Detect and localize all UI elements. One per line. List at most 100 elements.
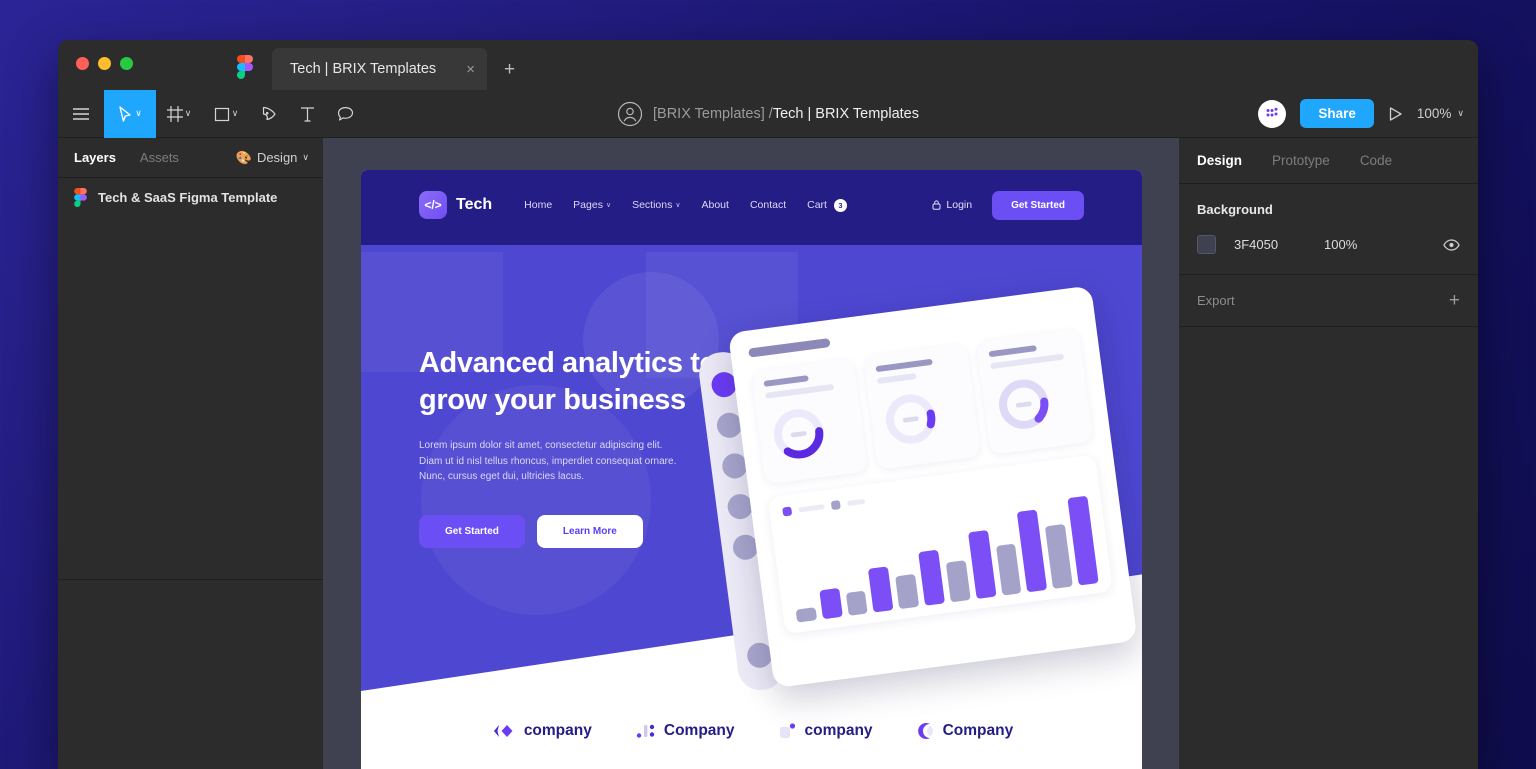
export-label: Export [1197,293,1235,308]
lock-icon [932,200,941,210]
background-color-swatch[interactable] [1197,235,1216,254]
hero-paragraph-line-1: Lorem ipsum dolor sit amet, consectetur … [419,440,663,452]
right-sidebar-tabs: Design Prototype Code [1179,138,1478,184]
close-window-button[interactable] [76,57,89,70]
hero-heading-line-1: Advanced analytics to [419,347,717,379]
login-link[interactable]: Login [932,199,972,211]
legend-swatch-purple [782,506,793,517]
collaborator-avatar[interactable] [1258,99,1287,128]
background-section-title: Background [1197,202,1273,217]
nav-get-started-button[interactable]: Get Started [992,190,1084,220]
minimize-window-button[interactable] [98,57,111,70]
client-logo-text: company [523,722,592,739]
visibility-eye-icon[interactable] [1443,238,1460,251]
card-label-placeholder [763,375,809,387]
background-color-row: 3F4050 100% [1197,235,1460,254]
comment-tool-icon[interactable] [326,90,364,138]
zoom-level-label: 100% [1416,106,1452,121]
client-logo-text: Company [942,722,1014,739]
maximize-window-button[interactable] [120,57,133,70]
nav-links: Home Pages ∨ Sections ∨ About Contact Ca… [524,198,847,212]
background-section: Background 3F4050 100% [1179,184,1478,275]
metric-card [975,328,1094,455]
workspace: Layers Assets 🎨 Design ∨ Tech & SaaS Fig… [58,138,1478,769]
bar [918,549,945,606]
hero-section: </> Tech Home Pages ∨ Sections ∨ About C… [361,170,1142,769]
figma-logo-icon [237,55,253,79]
frame-icon [166,105,183,122]
tab-assets[interactable]: Assets [140,150,179,165]
menu-icon[interactable] [58,90,104,138]
nav-link-label: Home [524,199,553,211]
donut-center-placeholder [903,416,920,423]
nav-link-sections[interactable]: Sections ∨ [632,199,680,211]
share-button[interactable]: Share [1300,99,1374,128]
legend-swatch-gray [830,500,841,511]
zoom-control[interactable]: 100% ∨ [1417,106,1464,121]
chevron-down-icon[interactable]: ∨ [675,201,680,209]
add-export-icon[interactable]: + [1449,291,1460,310]
client-logo[interactable]: Company [636,722,735,740]
nav-link-pages[interactable]: Pages ∨ [573,199,611,211]
chevron-down-icon[interactable]: ∨ [302,152,309,163]
nav-link-contact[interactable]: Contact [750,199,786,211]
client-logo-text: Company [663,722,735,739]
design-canvas[interactable]: </> Tech Home Pages ∨ Sections ∨ About C… [323,138,1179,769]
chevron-down-icon[interactable]: ∨ [185,108,192,119]
pen-tool-icon[interactable] [250,90,288,138]
tab-title: Tech | BRIX Templates [290,61,437,77]
client-logo[interactable]: company [490,722,592,740]
crescent-icon [917,723,933,739]
frame-tool[interactable]: ∨ [156,90,202,138]
dots-grid-icon [1266,107,1278,116]
nav-link-cart[interactable]: Cart 3 [807,198,847,212]
shape-tool[interactable]: ∨ [202,90,250,138]
background-opacity-value[interactable]: 100% [1324,237,1357,252]
design-page-selector[interactable]: 🎨 Design ∨ [236,150,309,166]
tab-prototype[interactable]: Prototype [1272,153,1330,168]
tab-design[interactable]: Design [1197,153,1242,168]
nav-link-label: About [701,199,729,211]
bar [845,590,869,616]
card-label-placeholder [988,345,1038,358]
cart-count-badge: 3 [833,198,847,212]
chevron-down-icon[interactable]: ∨ [606,201,611,209]
bar [868,566,894,613]
hero-heading-line-2: grow your business [419,383,686,416]
dashboard-illustration [694,285,1138,694]
tab-layers[interactable]: Layers [74,150,116,165]
code-brackets-icon: </> [419,191,447,219]
nav-link-about[interactable]: About [701,199,728,211]
chevron-down-icon[interactable]: ∨ [135,108,142,119]
tab-code[interactable]: Code [1360,153,1392,168]
metric-card [751,358,869,485]
layer-list-item[interactable]: Tech & SaaS Figma Template [58,178,323,217]
nav-link-home[interactable]: Home [524,199,552,211]
card-subtext-placeholder [877,372,917,385]
bar [819,588,843,620]
site-logo[interactable]: </> Tech [419,191,492,219]
hero-get-started-button[interactable]: Get Started [419,514,525,548]
client-logo[interactable]: Company [917,722,1014,740]
chevron-down-icon[interactable]: ∨ [232,108,239,119]
hero-learn-more-button[interactable]: Learn More [536,514,643,548]
close-icon[interactable]: × [466,62,475,77]
hero-buttons: Get Started Learn More [419,514,749,548]
metric-card [863,343,981,470]
browser-tab[interactable]: Tech | BRIX Templates × [272,48,487,90]
client-logos-row: company Company company Company [361,692,1142,769]
export-section: Export + [1179,275,1478,327]
text-tool-icon[interactable] [288,90,326,138]
present-icon[interactable] [1388,106,1403,122]
move-tool-icon[interactable]: ∨ [104,89,156,138]
background-hex-value[interactable]: 3F4050 [1234,237,1324,252]
client-logo[interactable]: company [779,722,873,740]
left-sidebar-footer [58,579,323,769]
hero-paragraph-line-2: Diam ut id nisl tellus rhoncus, imperdie… [419,455,677,467]
canvas-frame[interactable]: </> Tech Home Pages ∨ Sections ∨ About C… [361,170,1142,769]
new-tab-icon[interactable]: + [504,60,515,79]
website-mockup: </> Tech Home Pages ∨ Sections ∨ About C… [361,170,1142,769]
breadcrumb[interactable]: [BRIX Templates] /Tech | BRIX Templates [653,106,919,122]
chevron-down-icon[interactable]: ∨ [1457,108,1464,119]
hero-paragraph-line-3: Nunc, cursus eget dui, ultricies lacus. [419,471,585,483]
